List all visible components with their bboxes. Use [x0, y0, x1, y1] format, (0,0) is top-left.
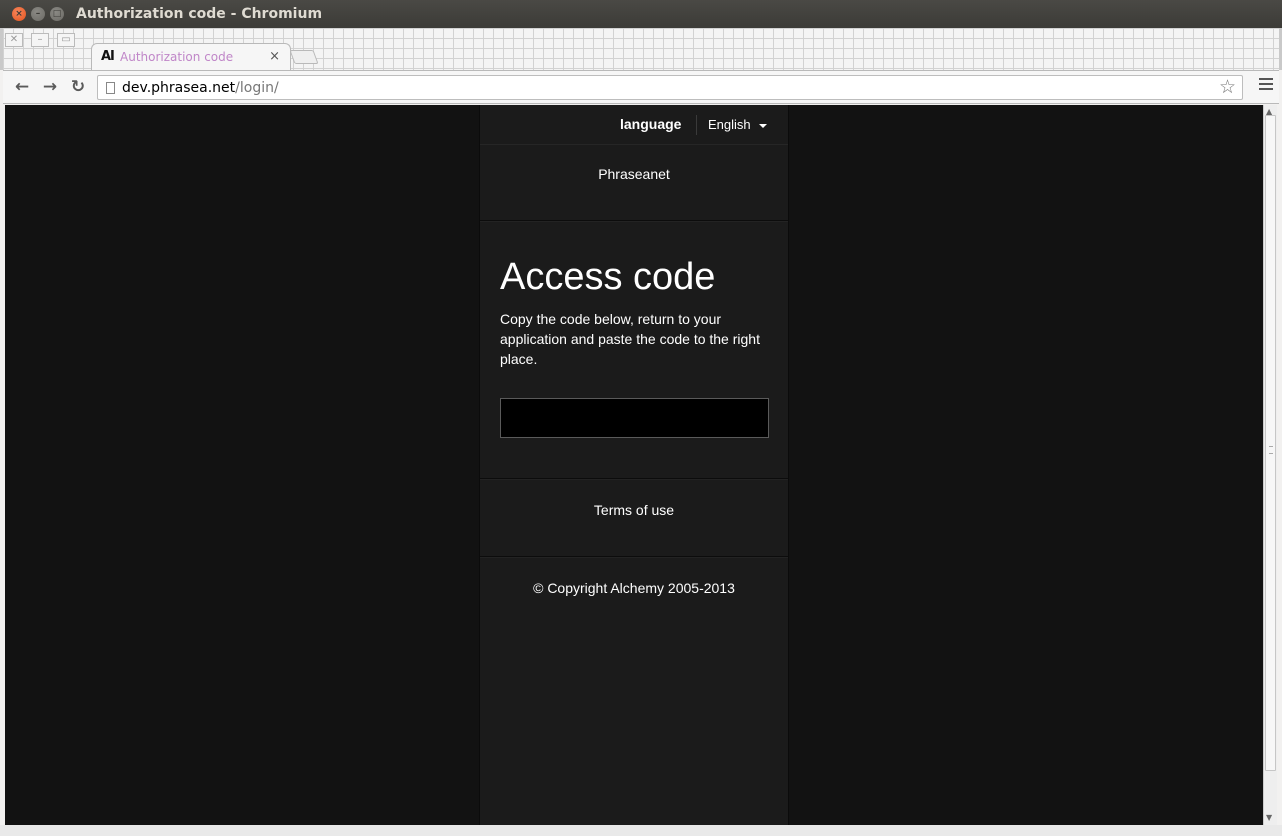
- language-bar: language English: [480, 105, 788, 145]
- brand-name: Phraseanet: [598, 166, 670, 182]
- menu-icon[interactable]: [1259, 78, 1273, 92]
- tabstrip-maximize-icon[interactable]: ▭: [57, 33, 75, 47]
- window-close-button[interactable]: ×: [12, 7, 26, 21]
- url-host: dev.phrasea.net: [122, 80, 236, 96]
- new-tab-button[interactable]: [289, 50, 319, 64]
- vertical-scrollbar[interactable]: ▲ ▼: [1263, 105, 1277, 825]
- tab-authorization-code[interactable]: AI Authorization code ×: [91, 43, 291, 71]
- page-title: Access code: [500, 256, 716, 298]
- tab-close-icon[interactable]: ×: [269, 49, 280, 65]
- language-selected: English: [708, 117, 751, 132]
- language-separator: [696, 115, 697, 135]
- window-titlebar: × – □ Authorization code - Chromium: [0, 0, 1282, 28]
- scroll-down-icon[interactable]: ▼: [1266, 813, 1272, 823]
- favicon-icon: AI: [101, 49, 115, 64]
- window-title: Authorization code - Chromium: [76, 6, 323, 22]
- forward-icon[interactable]: →: [39, 76, 61, 98]
- scrollbar-thumb[interactable]: [1265, 115, 1276, 771]
- star-icon[interactable]: ☆: [1219, 77, 1236, 98]
- language-select[interactable]: English: [708, 117, 767, 133]
- reload-icon[interactable]: ↻: [67, 76, 89, 98]
- window-minimize-button[interactable]: –: [31, 7, 45, 21]
- instructions-text: Copy the code below, return to your appl…: [500, 311, 760, 367]
- scrollbar-grip: [1269, 446, 1273, 454]
- copyright-text: © Copyright Alchemy 2005-2013: [533, 580, 735, 596]
- window-bottom-edge: [0, 825, 1282, 836]
- divider: [480, 478, 788, 480]
- page-viewport: language English Phraseanet Access code …: [5, 105, 1263, 825]
- tabstrip-minimize-icon[interactable]: –: [31, 33, 49, 47]
- tab-strip: ✕ – ▭ AI Authorization code ×: [0, 28, 1282, 71]
- window-maximize-button[interactable]: □: [50, 7, 64, 21]
- browser-toolbar: ← → ↻ dev.phrasea.net/login/ ☆: [3, 70, 1279, 104]
- caret-down-icon: [758, 123, 767, 128]
- address-bar[interactable]: dev.phrasea.net/login/ ☆: [97, 75, 1243, 100]
- terms-of-use-link[interactable]: Terms of use: [480, 502, 788, 519]
- url-text[interactable]: dev.phrasea.net/login/: [122, 80, 279, 97]
- divider: [480, 220, 788, 222]
- divider: [480, 556, 788, 558]
- login-panel: language English Phraseanet Access code …: [479, 105, 789, 825]
- access-code-field[interactable]: [500, 398, 769, 438]
- back-icon[interactable]: ←: [11, 76, 33, 98]
- url-path: /login/: [235, 80, 279, 96]
- page-icon: [106, 82, 115, 94]
- tabstrip-close-icon[interactable]: ✕: [5, 33, 23, 47]
- language-label: language: [620, 116, 682, 132]
- tab-title: Authorization code: [120, 50, 234, 64]
